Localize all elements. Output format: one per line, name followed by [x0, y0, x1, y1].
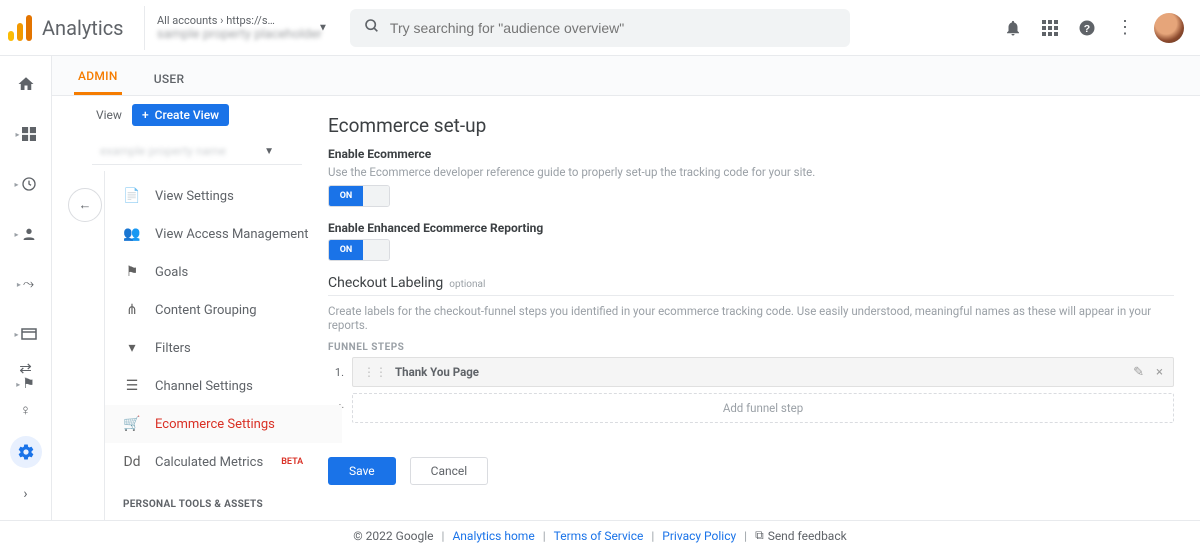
nav-item-calculated-metrics[interactable]: Dd Calculated Metrics BETA	[105, 443, 342, 481]
nav-label: View Settings	[155, 189, 234, 204]
add-funnel-step-label: Add funnel step	[723, 401, 803, 415]
funnel-step-row: 1. ⋮⋮ Thank You Page ✎ ×	[328, 357, 1174, 387]
more-icon[interactable]: ⋮	[1116, 17, 1134, 38]
nav-icon: 👥	[123, 226, 141, 242]
funnel-step-box[interactable]: ⋮⋮ Thank You Page ✎ ×	[352, 357, 1174, 387]
notifications-icon[interactable]	[1004, 19, 1022, 37]
nav-icon: 📄	[123, 188, 141, 204]
nav-item-channel-settings[interactable]: ☰ Channel Settings	[105, 367, 342, 405]
send-feedback-label: Send feedback	[768, 529, 847, 543]
view-dropdown[interactable]: example property name ▼	[92, 138, 302, 165]
nav-item-goals[interactable]: ⚑ Goals	[105, 253, 342, 291]
nav-item-view-access-management[interactable]: 👥 View Access Management	[105, 215, 342, 253]
personal-tools-label: PERSONAL TOOLS & ASSETS	[105, 481, 342, 516]
nav-icon: ⚑	[123, 264, 141, 280]
funnel-steps-label: FUNNEL STEPS	[328, 342, 1174, 353]
checkout-labeling-title: Checkout Labeling	[328, 275, 443, 291]
remove-step-icon[interactable]: ×	[1156, 365, 1163, 380]
create-view-label: Create View	[155, 108, 219, 122]
terms-link[interactable]: Terms of Service	[554, 529, 644, 543]
avatar[interactable]	[1154, 13, 1184, 43]
nav-item-view-settings[interactable]: 📄 View Settings	[105, 177, 342, 215]
create-view-button[interactable]: + Create View	[132, 104, 229, 126]
copyright: © 2022 Google	[353, 529, 433, 543]
nav-icon: Dd	[123, 454, 141, 470]
svg-text:?: ?	[1084, 22, 1090, 34]
logo-block: Analytics	[8, 15, 128, 41]
checkout-labeling-help: Create labels for the checkout-funnel st…	[328, 304, 1174, 332]
property-name-blurred: sample property placeholder	[157, 27, 322, 42]
search-icon	[364, 18, 380, 38]
rail-behavior-icon[interactable]: ▸	[10, 318, 42, 350]
optional-badge: optional	[449, 279, 485, 290]
rail-home-icon[interactable]	[10, 68, 42, 100]
analytics-logo-icon	[8, 15, 32, 41]
breadcrumb: All accounts › https://s…	[157, 14, 322, 27]
step-name: Thank You Page	[395, 365, 1125, 379]
chevron-down-icon: ▼	[318, 22, 328, 33]
view-column: View + Create View example property name…	[52, 96, 302, 520]
analytics-home-link[interactable]: Analytics home	[452, 529, 534, 543]
send-feedback-button[interactable]: ⧉ Send feedback	[755, 528, 847, 543]
view-label: View	[96, 108, 122, 122]
apps-icon[interactable]	[1042, 20, 1058, 36]
header-actions: ? ⋮	[1004, 13, 1184, 43]
nav-item-content-grouping[interactable]: ⋔ Content Grouping	[105, 291, 342, 329]
admin-tabbar: ADMIN USER	[52, 56, 1200, 96]
rail-acquisition-icon[interactable]: ▸⤳	[10, 268, 42, 300]
add-funnel-step-button[interactable]: Add funnel step	[352, 393, 1174, 423]
enable-ecommerce-help: Use the Ecommerce developer reference gu…	[328, 165, 1174, 179]
nav-icon: ☰	[123, 378, 141, 394]
back-button[interactable]: ←	[68, 188, 102, 222]
app-header: Analytics All accounts › https://s… samp…	[0, 0, 1200, 56]
cancel-button[interactable]: Cancel	[410, 457, 489, 485]
rail-admin-icon[interactable]	[10, 436, 42, 468]
page-title: Ecommerce set-up	[328, 114, 1174, 137]
main-panel: Ecommerce set-up Enable Ecommerce Use th…	[302, 96, 1200, 520]
nav-icon: 🛒	[123, 416, 141, 432]
chevron-down-icon: ▼	[264, 146, 274, 157]
rail-discover-icon[interactable]: ♀	[10, 394, 42, 426]
rail-attribution-icon[interactable]: ⇄	[10, 352, 42, 384]
nav-label: View Access Management	[155, 227, 309, 242]
feedback-icon: ⧉	[755, 528, 764, 543]
nav-label: Filters	[155, 341, 191, 356]
nav-label: Ecommerce Settings	[155, 417, 275, 432]
product-name: Analytics	[42, 16, 124, 40]
view-name-blurred: example property name	[100, 144, 226, 158]
nav-label: Goals	[155, 265, 188, 280]
enhanced-ecommerce-label: Enable Enhanced Ecommerce Reporting	[328, 221, 1174, 235]
nav-label: Content Grouping	[155, 303, 257, 318]
help-icon[interactable]: ?	[1078, 19, 1096, 37]
nav-item-filters[interactable]: ▾ Filters	[105, 329, 342, 367]
rail-dashboards-icon[interactable]: ▸	[10, 118, 42, 150]
rail-audience-icon[interactable]: ▸	[10, 218, 42, 250]
search-bar[interactable]	[350, 9, 850, 47]
beta-badge: BETA	[281, 457, 303, 467]
plus-icon: +	[142, 108, 149, 122]
enable-ecommerce-label: Enable Ecommerce	[328, 147, 1174, 161]
privacy-link[interactable]: Privacy Policy	[662, 529, 736, 543]
nav-icon: ▾	[123, 340, 141, 356]
nav-label: Channel Settings	[155, 379, 253, 394]
nav-icon: ⋔	[123, 302, 141, 318]
rail-realtime-icon[interactable]: ▸	[10, 168, 42, 200]
nav-item-ecommerce-settings[interactable]: 🛒 Ecommerce Settings	[105, 405, 342, 443]
search-input[interactable]	[390, 20, 836, 36]
edit-step-icon[interactable]: ✎	[1133, 365, 1144, 380]
tab-user[interactable]: USER	[150, 62, 189, 95]
drag-handle-icon[interactable]: ⋮⋮	[363, 365, 387, 379]
rail-collapse-icon[interactable]: ›	[10, 478, 42, 510]
nav-label: Calculated Metrics	[155, 455, 263, 470]
nav-rail: ▸ ▸ ▸ ▸⤳ ▸ ▸⚑ ⇄ ♀ ›	[0, 56, 52, 520]
footer: © 2022 Google | Analytics home | Terms o…	[0, 520, 1200, 550]
account-picker[interactable]: All accounts › https://s… sample propert…	[144, 6, 334, 50]
tab-admin[interactable]: ADMIN	[74, 59, 122, 95]
